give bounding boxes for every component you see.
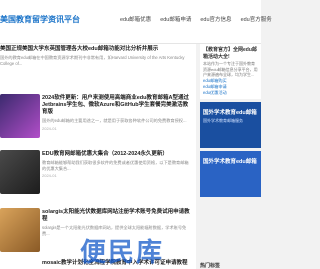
nav-item-official-info[interactable]: edu官方信息 [200, 15, 231, 23]
post-title[interactable]: 美国正规美国大学东英国管理各大校edu邮箱功能对比分析并展示 [0, 46, 190, 53]
promo-banner-2[interactable]: 国外学术教育edu邮箱 [200, 150, 261, 197]
banner-subtitle: 国外学术教育邮箱服务 [203, 117, 243, 123]
banner-title: 国外学术教育edu邮箱 [203, 109, 257, 116]
post-item[interactable]: 美国正规美国大学东英国管理各大校edu邮箱功能对比分析并展示 国外的教育edu邮… [0, 46, 190, 66]
post-title[interactable]: 2024软件更新：用户来测使用高端商业edu教育邮箱A型通过Jetbrains学… [42, 95, 192, 116]
site-logo[interactable]: 美国教育留学资讯平台 [0, 14, 80, 25]
watermark-url: bianminku.com [82, 258, 116, 264]
main-nav: edu邮箱优惠 edu邮箱申请 edu官方信息 edu官方服务 [120, 15, 272, 23]
banner-title: 国外学术教育edu邮箱 [203, 158, 257, 165]
nav-item-edu-apply[interactable]: edu邮箱申请 [160, 15, 191, 23]
post-thumbnail-edu[interactable] [0, 150, 40, 194]
post-excerpt: 国外的教育edu邮箱在中国教育资源学术期刊中非常有用，如Harvard Univ… [0, 55, 185, 66]
notice-text: 本站作为一个专注于国外教育资源edu邮箱信息分享平台，用户来源遍布全球，均为学生… [203, 61, 258, 77]
post-item[interactable]: 2024软件更新：用户来测使用高端商业edu教育邮箱A型通过Jetbrains学… [42, 95, 192, 131]
post-date: 2024-01 [42, 173, 57, 178]
post-title[interactable]: solargis太阳能光伏数据库网站注册学术账号免费试用申请教程 [42, 209, 192, 223]
post-title[interactable]: EDU教育网邮箱优惠大集合（2012-2024永久更新） [42, 151, 192, 158]
post-excerpt: 国外的edu邮箱的主要用途之一，就是用于获取各种软件公司的免费教育授权... [42, 118, 187, 123]
nav-item-official-service[interactable]: edu官方服务 [241, 15, 272, 23]
sidebar-link[interactable]: edu优惠活动 [203, 90, 258, 96]
sidebar: 【教育官方】全网edu邮箱活动大全! 本站作为一个专注于国外教育资源edu邮箱信… [200, 44, 261, 269]
post-excerpt: 教育邮箱能够帮助我们获取很多软件的免费或者优惠使用资格，以下是教育邮箱的优惠大集… [42, 160, 189, 171]
hot-tags-title: 热门标签 [200, 263, 221, 269]
notice-title[interactable]: 【教育官方】全网edu邮箱活动大全! [203, 47, 258, 61]
post-thumbnail-jetbrains[interactable] [0, 94, 40, 138]
post-item[interactable]: EDU教育网邮箱优惠大集合（2012-2024永久更新） 教育邮箱能够帮助我们获… [42, 151, 192, 178]
post-thumbnail-solargis[interactable] [0, 208, 40, 252]
top-header: 美国教育留学资讯平台 edu邮箱优惠 edu邮箱申请 edu官方信息 edu官方… [0, 0, 272, 44]
nav-item-edu-offers[interactable]: edu邮箱优惠 [120, 15, 151, 23]
post-date: 2024-01 [42, 125, 57, 131]
promo-banner[interactable]: 国外学术教育edu邮箱 国外学术教育邮箱服务 [200, 101, 261, 148]
notice-box: 【教育官方】全网edu邮箱活动大全! 本站作为一个专注于国外教育资源edu邮箱信… [200, 44, 261, 99]
